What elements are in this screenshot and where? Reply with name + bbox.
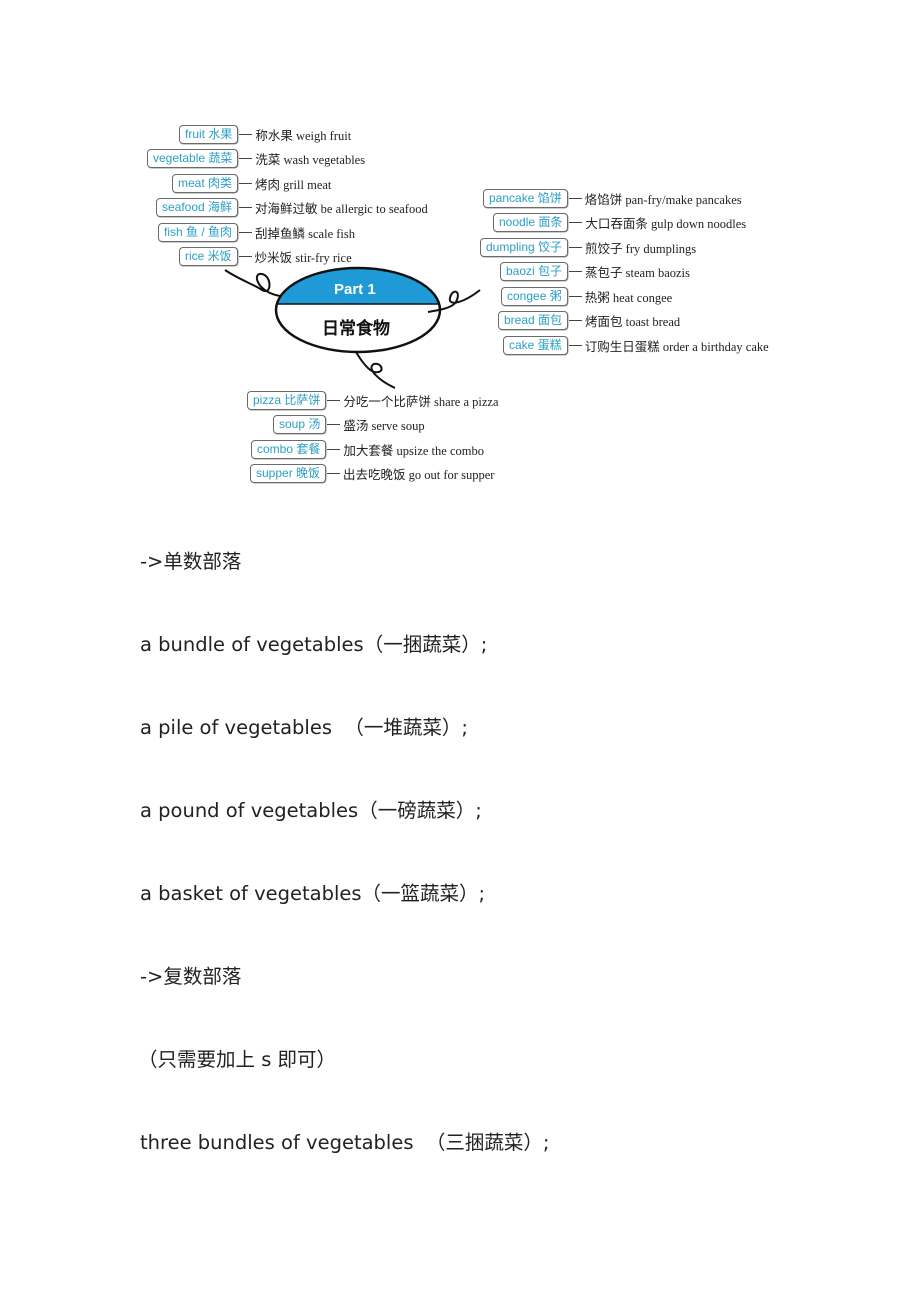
food-tag: seafood 海鲜 xyxy=(156,198,239,217)
paragraph: a bundle of vegetables（一捆蔬菜）; xyxy=(140,633,488,656)
connector-line xyxy=(568,197,582,199)
food-tag: supper 晚饭 xyxy=(250,464,327,483)
food-tag: pizza 比萨饼 xyxy=(247,390,327,410)
food-tag: fish 鱼 / 鱼肉 xyxy=(158,222,239,242)
center-title: Part 1 xyxy=(334,281,376,298)
food-tag: baozi 包子 xyxy=(500,262,569,281)
bottom-branch-item: combo 套餐 加大套餐 upsize the combo xyxy=(251,439,484,459)
food-phrase: 蒸包子 steam baozis xyxy=(585,266,690,280)
mindmap-graphics xyxy=(224,266,481,389)
connector-line xyxy=(239,133,253,135)
connector-bottom xyxy=(355,351,396,389)
paragraph: a pile of vegetables （一堆蔬菜）; xyxy=(140,716,468,739)
food-phrase: 称水果 weigh fruit xyxy=(255,128,352,143)
food-tag: noodle 面条 xyxy=(493,213,569,232)
food-mindmap: Part 1 日常食物 fruit 水果 称水果 weigh fruit veget… xyxy=(0,0,920,500)
paragraph: three bundles of vegetables （三捆蔬菜）; xyxy=(140,1131,550,1154)
paragraph: （只需要加上 s 即可） xyxy=(138,1048,337,1071)
connector-line xyxy=(238,256,252,257)
food-phrase: 大口吞面条 gulp down noodles xyxy=(585,217,747,231)
food-phrase: 煎饺子 fry dumplings xyxy=(585,241,697,256)
food-tag: soup 汤 xyxy=(273,415,327,434)
connector-line xyxy=(569,320,583,321)
food-tag: combo 套餐 xyxy=(251,439,327,459)
connector-line xyxy=(327,424,341,425)
right-branch-item: congee 粥 热粥 heat congee xyxy=(501,286,672,306)
connector-line xyxy=(327,448,341,450)
food-tag: pancake 馅饼 xyxy=(483,188,568,208)
food-phrase: 分吃一个比萨饼 share a pizza xyxy=(343,394,499,409)
food-phrase: 对海鲜过敏 be allergic to seafood xyxy=(255,202,428,216)
food-tag: meat 肉类 xyxy=(172,173,239,193)
left-branch-item: vegetable 蔬菜 洗菜 wash vegetables xyxy=(147,149,365,169)
food-tag: bread 面包 xyxy=(498,311,569,330)
connector-line xyxy=(568,344,582,346)
food-phrase: 加大套餐 upsize the combo xyxy=(343,443,484,458)
connector-line xyxy=(569,222,583,223)
food-phrase: 烤肉 grill meat xyxy=(255,177,332,192)
bottom-branch-item: soup 汤 盛汤 serve soup xyxy=(273,415,425,435)
food-phrase: 出去吃晚饭 go out for supper xyxy=(343,468,495,482)
connector-line xyxy=(239,158,253,159)
food-phrase: 盛汤 serve soup xyxy=(343,419,425,433)
left-branch-item: meat 肉类 烤肉 grill meat xyxy=(172,173,331,193)
food-phrase: 烙馅饼 pan-fry/make pancakes xyxy=(584,192,742,207)
connector-line xyxy=(327,473,341,474)
center-subtitle: 日常食物 xyxy=(322,319,390,339)
right-branch-item: cake 蛋糕 订购生日蛋糕 order a birthday cake xyxy=(503,335,769,355)
food-phrase: 炒米饭 stir-fry rice xyxy=(254,251,352,265)
food-phrase: 订购生日蛋糕 order a birthday cake xyxy=(584,339,769,354)
connector-line xyxy=(239,231,253,233)
paragraph: ->复数部落 xyxy=(140,965,242,988)
left-branch-item: rice 米饭 炒米饭 stir-fry rice xyxy=(179,247,352,267)
left-branch-item: fruit 水果 称水果 weigh fruit xyxy=(179,124,351,144)
food-phrase: 热粥 heat congee xyxy=(584,290,673,305)
right-branch-item: noodle 面条 大口吞面条 gulp down noodles xyxy=(493,213,746,233)
paragraph: a pound of vegetables（一磅蔬菜）; xyxy=(140,799,482,822)
left-branch-item: fish 鱼 / 鱼肉 刮掉鱼鳞 scale fish xyxy=(158,222,355,242)
food-tag: dumpling 饺子 xyxy=(480,237,569,257)
left-branch-item: seafood 海鲜 对海鲜过敏 be allergic to seafood xyxy=(156,198,428,218)
food-tag: fruit 水果 xyxy=(179,124,239,144)
paragraph: ->单数部落 xyxy=(140,550,242,573)
right-branch-item: bread 面包 烤面包 toast bread xyxy=(498,311,680,331)
bottom-branch-item: pizza 比萨饼 分吃一个比萨饼 share a pizza xyxy=(247,390,499,410)
right-branch-item: baozi 包子 蒸包子 steam baozis xyxy=(500,262,690,282)
connector-line xyxy=(239,207,253,208)
connector-line xyxy=(239,182,253,184)
food-tag: rice 米饭 xyxy=(179,247,238,266)
connector-line xyxy=(569,271,583,272)
connector-left xyxy=(224,269,281,297)
food-phrase: 烤面包 toast bread xyxy=(585,315,681,329)
connector-line xyxy=(569,246,583,248)
right-branch-item: dumpling 饺子 煎饺子 fry dumplings xyxy=(480,237,696,257)
paragraph: a basket of vegetables（一篮蔬菜）; xyxy=(140,882,486,905)
connector-line xyxy=(568,295,582,297)
food-tag: cake 蛋糕 xyxy=(503,335,568,355)
food-tag: vegetable 蔬菜 xyxy=(147,149,239,168)
food-phrase: 刮掉鱼鳞 scale fish xyxy=(255,226,355,241)
bottom-branch-item: supper 晚饭 出去吃晚饭 go out for supper xyxy=(250,464,494,484)
right-branch-item: pancake 馅饼 烙馅饼 pan-fry/make pancakes xyxy=(483,188,742,208)
food-tag: congee 粥 xyxy=(501,286,568,306)
food-phrase: 洗菜 wash vegetables xyxy=(255,153,366,167)
connector-line xyxy=(327,399,341,401)
